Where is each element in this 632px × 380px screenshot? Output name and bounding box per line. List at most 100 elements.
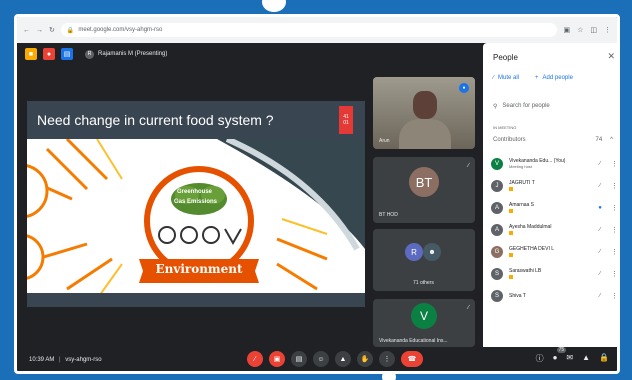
speaking-icon[interactable]: ● — [595, 205, 605, 211]
tile-avatar: R — [405, 243, 423, 261]
chevron-up-icon: ^ — [610, 137, 613, 143]
contributors-label: Contributors — [493, 137, 526, 143]
video-tile[interactable]: V ∕ Vivekananda Educational Ins... — [373, 299, 475, 347]
more-options-icon[interactable]: ⋮ — [611, 160, 617, 168]
chat-icon[interactable]: ✉ — [566, 353, 573, 364]
cast-icon[interactable]: ▣ — [563, 26, 570, 34]
raise-hand-button[interactable]: ✋ — [357, 351, 373, 367]
video-tile[interactable]: ● Arun — [373, 77, 475, 149]
panel-title: People — [493, 53, 518, 62]
presenter-indicator: R Rajamanis M (Presenting) — [85, 49, 168, 59]
back-icon[interactable]: ← — [23, 27, 30, 34]
more-options-icon[interactable]: ⋮ — [611, 226, 617, 234]
docs-icon[interactable]: ▤ — [61, 48, 73, 60]
camera-toggle-button[interactable]: ▣ — [269, 351, 285, 367]
tile-name: Arun — [379, 138, 390, 144]
mic-off-icon[interactable]: ∕ — [595, 161, 605, 167]
participant-name: GEGHETHA DEVI L — [509, 245, 555, 252]
url-text: meet.google.com/vsy-ahgm-rso — [78, 27, 163, 33]
reload-icon[interactable]: ↻ — [49, 26, 55, 34]
more-options-icon[interactable]: ⋮ — [611, 182, 617, 190]
more-options-icon[interactable]: ⋮ — [611, 270, 617, 278]
mic-off-icon[interactable]: ∕ — [595, 271, 605, 277]
participant-row[interactable]: V Vivekananda Edu... (You) Meeting host ∕… — [491, 153, 617, 175]
add-people-button[interactable]: + Add people — [535, 75, 573, 81]
info-icon[interactable]: ⓘ — [536, 353, 544, 364]
participant-avatar: S — [491, 268, 503, 280]
lock-icon[interactable]: 🔒 — [599, 353, 609, 364]
section-label: IN MEETING — [493, 125, 517, 130]
more-options-icon[interactable]: ⋮ — [611, 248, 617, 256]
mute-all-button[interactable]: ∕ Mute all — [493, 75, 519, 81]
mic-off-icon[interactable]: ∕ — [595, 293, 605, 299]
meeting-clock: 10:39 AM | vsy-ahgm-rso — [29, 357, 102, 363]
participant-name: Shiva T — [509, 293, 526, 299]
emoji-button[interactable]: ☺ — [313, 351, 329, 367]
video-tile[interactable]: BT ∕ BT HOD — [373, 157, 475, 223]
participant-row[interactable]: G GEGHETHA DEVI L ∕ ⋮ — [491, 241, 617, 263]
captions-button[interactable]: ▤ — [291, 351, 307, 367]
participant-row[interactable]: S Saraswathi LB ∕ ⋮ — [491, 263, 617, 285]
present-button[interactable]: ▲ — [335, 351, 351, 367]
video-tile[interactable]: R ☻ 71 others — [373, 229, 475, 291]
participant-row[interactable]: A Ayesha Maddulmal ∕ ⋮ — [491, 219, 617, 241]
keep-icon[interactable]: ■ — [25, 48, 37, 60]
participant-row[interactable]: J JAGRUTI T ∕ ⋮ — [491, 175, 617, 197]
activities-icon[interactable]: ▲ — [582, 353, 590, 364]
people-search[interactable]: ⚲ Search for people — [493, 99, 613, 113]
speaker-head — [413, 91, 437, 119]
address-bar[interactable]: 🔒 meet.google.com/vsy-ahgm-rso — [60, 23, 558, 37]
slide-body: Greenhouse Gas Emissions Environment — [27, 136, 365, 307]
participant-avatar: A — [491, 224, 503, 236]
badge-icon — [509, 252, 513, 257]
more-options-icon[interactable]: ⋮ — [611, 292, 617, 300]
decor-dot — [262, 0, 286, 12]
participant-avatar: G — [491, 246, 503, 258]
mic-off-icon: ∕ — [467, 163, 469, 169]
participant-avatar: S — [491, 290, 503, 302]
mic-off-icon[interactable]: ∕ — [595, 227, 605, 233]
participant-row[interactable]: S Shiva T ∕ ⋮ — [491, 285, 617, 307]
menu-icon[interactable]: ⋮ — [604, 26, 611, 34]
camera-off-icon: ▣ — [273, 356, 281, 363]
presenter-label: Rajamanis M (Presenting) — [98, 51, 168, 57]
mic-off-icon[interactable]: ∕ — [595, 183, 605, 189]
participant-avatar: J — [491, 180, 503, 192]
extension-icon[interactable]: ◫ — [590, 26, 597, 34]
app-window: ← → ↻ 🔒 meet.google.com/vsy-ahgm-rso ▣ ☆… — [14, 14, 620, 374]
speaker-shirt — [399, 119, 451, 149]
participant-row[interactable]: A Amarnaa S ● ⋮ — [491, 197, 617, 219]
mic-off-icon: ∕ — [467, 305, 469, 311]
star-icon[interactable]: ☆ — [577, 26, 583, 34]
mic-off-icon[interactable]: ∕ — [595, 249, 605, 255]
contributors-header[interactable]: Contributors 74 ^ — [493, 137, 613, 143]
tile-name: Vivekananda Educational Ins... — [379, 338, 448, 344]
tile-avatar: V — [411, 303, 437, 329]
more-options-icon[interactable]: ⋮ — [611, 204, 617, 212]
add-person-icon: + — [535, 75, 539, 81]
participant-photo: ☻ — [423, 243, 441, 261]
record-icon[interactable]: ● — [43, 48, 55, 60]
close-icon[interactable]: ✕ — [607, 51, 615, 62]
mic-toggle-button[interactable]: ∕ — [247, 351, 263, 367]
slide-title: Need change in current food system ? — [37, 112, 274, 128]
greenhouse-label: Greenhouse — [177, 189, 213, 195]
people-button[interactable]: ● 75 — [553, 347, 567, 364]
tile-name: BT HOD — [379, 212, 398, 218]
badge-icon — [509, 274, 513, 279]
mute-icon: ∕ — [493, 75, 495, 81]
tile-avatar: BT — [409, 167, 439, 197]
search-icon: ⚲ — [493, 103, 498, 110]
tile-name: 71 others — [413, 280, 434, 286]
leave-call-button[interactable]: ☎ — [401, 351, 423, 367]
participant-name: Ayesha Maddulmal — [509, 223, 552, 230]
participant-role: Meeting host — [509, 164, 532, 169]
more-options-button[interactable]: ⋮ — [379, 351, 395, 367]
slide-badge: 41 01 — [339, 106, 353, 134]
slide-header: Need change in current food system ? 41 … — [27, 101, 365, 139]
time-label: 10:39 AM — [29, 357, 55, 363]
badge-icon — [509, 186, 513, 191]
presentation-slide: Need change in current food system ? 41 … — [27, 101, 365, 307]
forward-icon[interactable]: → — [36, 27, 43, 34]
add-people-label: Add people — [542, 75, 573, 81]
